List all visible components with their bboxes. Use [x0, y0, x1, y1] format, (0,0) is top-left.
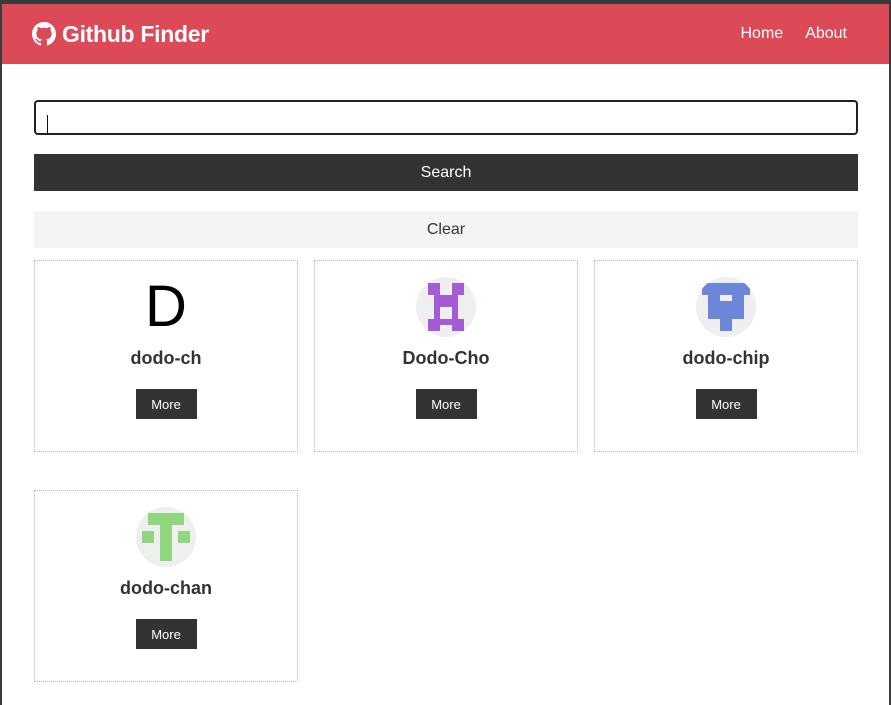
- blue-identicon: [696, 277, 756, 337]
- user-card: Dodo-Cho More: [314, 260, 578, 452]
- nav-links: Home About: [719, 25, 848, 43]
- purple-identicon: [416, 277, 476, 337]
- username: dodo-chip: [682, 348, 770, 368]
- green-identicon: [136, 507, 196, 567]
- clear-button[interactable]: Clear: [34, 211, 858, 248]
- more-button[interactable]: More: [135, 389, 197, 419]
- search-form: Search: [34, 100, 858, 191]
- user-grid: D dodo-ch More Dodo-Cho More dodo-chip M…: [34, 260, 858, 682]
- letter-d-icon: D: [145, 277, 187, 337]
- more-button[interactable]: More: [135, 619, 197, 649]
- nav-link-home[interactable]: Home: [741, 25, 784, 43]
- username: dodo-chan: [120, 578, 212, 598]
- app-window: Github Finder Home About Search Clear D …: [0, 0, 891, 705]
- username: dodo-ch: [130, 348, 202, 368]
- navbar: Github Finder Home About: [2, 4, 889, 64]
- search-input[interactable]: [34, 100, 858, 135]
- main-container: Search Clear D dodo-ch More Dodo-Cho Mor…: [2, 100, 889, 682]
- user-card: dodo-chan More: [34, 490, 298, 682]
- github-icon: [32, 22, 56, 46]
- search-button[interactable]: Search: [34, 154, 858, 191]
- user-card: dodo-chip More: [594, 260, 858, 452]
- nav-link-about[interactable]: About: [805, 25, 847, 43]
- more-button[interactable]: More: [695, 389, 757, 419]
- username: Dodo-Cho: [402, 348, 490, 368]
- text-cursor: [47, 115, 48, 135]
- brand-title: Github Finder: [62, 20, 209, 47]
- more-button[interactable]: More: [415, 389, 477, 419]
- brand: Github Finder: [32, 21, 209, 48]
- user-card: D dodo-ch More: [34, 260, 298, 452]
